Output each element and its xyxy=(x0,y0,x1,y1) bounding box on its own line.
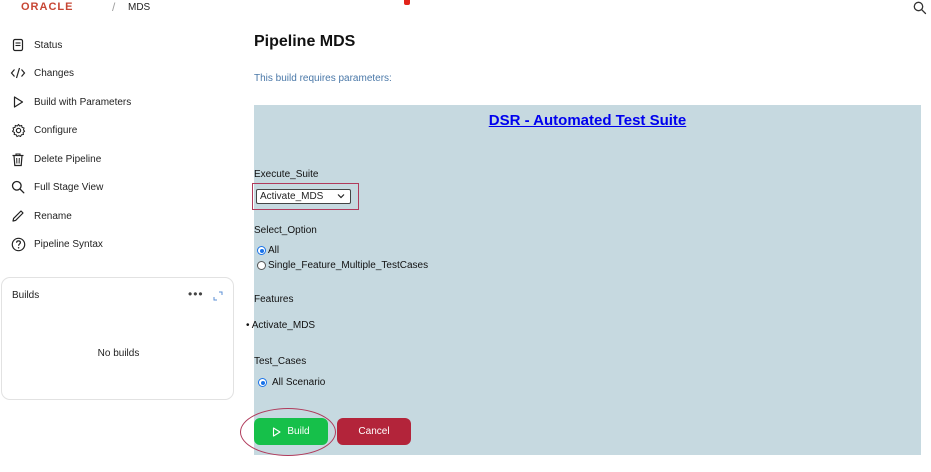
sidebar-item-label: Status xyxy=(34,39,63,51)
help-icon xyxy=(10,236,26,252)
trash-icon xyxy=(10,151,26,167)
play-icon xyxy=(273,426,281,437)
execute-suite-select[interactable]: Activate_MDS xyxy=(256,189,351,204)
radio-label: Single_Feature_Multiple_TestCases xyxy=(268,260,429,271)
test-cases-label: Test_Cases xyxy=(254,356,307,367)
sidebar-item-label: Rename xyxy=(34,210,72,222)
feature-list-item: • Activate_MDS xyxy=(246,320,315,331)
document-icon xyxy=(10,37,26,53)
execute-suite-label: Execute_Suite xyxy=(254,169,319,180)
radio-label: All xyxy=(268,245,280,256)
cancel-button[interactable]: Cancel xyxy=(337,418,411,445)
chevron-down-icon xyxy=(337,194,345,199)
oracle-logo[interactable]: ORACLE xyxy=(21,1,73,13)
radio-label: All Scenario xyxy=(272,377,326,388)
parameters-panel: DSR - Automated Test Suite Execute_Suite… xyxy=(240,105,921,456)
breadcrumb-mds[interactable]: MDS xyxy=(128,2,150,13)
sidebar-item-label: Changes xyxy=(34,67,75,79)
build-button[interactable]: Build xyxy=(254,418,328,445)
red-marker xyxy=(404,0,410,5)
radio-button-checked[interactable] xyxy=(258,378,267,387)
sidebar-item-full-stage-view[interactable]: Full Stage View xyxy=(10,176,103,198)
sidebar-item-configure[interactable]: Configure xyxy=(10,119,77,141)
cancel-button-label: Cancel xyxy=(358,426,390,437)
suite-title-link[interactable]: DSR - Automated Test Suite xyxy=(254,112,921,129)
radio-button-checked[interactable] xyxy=(257,246,266,255)
sidebar-item-label: Pipeline Syntax xyxy=(34,238,103,250)
pencil-icon xyxy=(10,208,26,224)
sidebar-item-changes[interactable]: Changes xyxy=(10,62,74,84)
select-option-label: Select_Option xyxy=(254,225,317,236)
search-icon xyxy=(913,1,927,15)
sidebar-item-label: Full Stage View xyxy=(34,181,104,193)
execute-suite-value: Activate_MDS xyxy=(260,191,324,202)
sidebar-item-pipeline-syntax[interactable]: Pipeline Syntax xyxy=(10,233,103,255)
radio-option-all-scenario[interactable]: All Scenario xyxy=(258,377,325,388)
code-icon xyxy=(10,65,26,81)
more-options-icon[interactable]: ••• xyxy=(188,287,204,301)
sidebar-item-delete-pipeline[interactable]: Delete Pipeline xyxy=(10,148,101,170)
play-icon xyxy=(10,94,26,110)
expand-icon[interactable] xyxy=(213,288,223,301)
gear-icon xyxy=(10,122,26,138)
breadcrumb-separator: / xyxy=(112,0,116,14)
build-button-label: Build xyxy=(287,426,310,437)
parameters-notice: This build requires parameters: xyxy=(254,73,392,84)
sidebar-item-build-with-parameters[interactable]: Build with Parameters xyxy=(10,91,131,113)
sidebar-item-label: Build with Parameters xyxy=(34,96,132,108)
sidebar-item-status[interactable]: Status xyxy=(10,34,62,56)
search-icon xyxy=(10,179,26,195)
sidebar-item-label: Delete Pipeline xyxy=(34,153,102,165)
builds-card: Builds ••• No builds xyxy=(1,277,234,400)
no-builds-text: No builds xyxy=(97,348,140,359)
features-label: Features xyxy=(254,294,294,305)
page-title: Pipeline MDS xyxy=(254,33,356,50)
top-bar: ORACLE / MDS xyxy=(0,0,931,16)
sidebar-item-rename[interactable]: Rename xyxy=(10,205,72,227)
radio-option-single-feature[interactable]: Single_Feature_Multiple_TestCases xyxy=(257,260,428,271)
sidebar-item-label: Configure xyxy=(34,124,78,136)
radio-option-all[interactable]: All xyxy=(257,245,279,256)
builds-title: Builds xyxy=(12,290,40,301)
radio-button[interactable] xyxy=(257,261,266,270)
feature-name: Activate_MDS xyxy=(251,320,316,331)
search-button[interactable] xyxy=(913,1,927,15)
